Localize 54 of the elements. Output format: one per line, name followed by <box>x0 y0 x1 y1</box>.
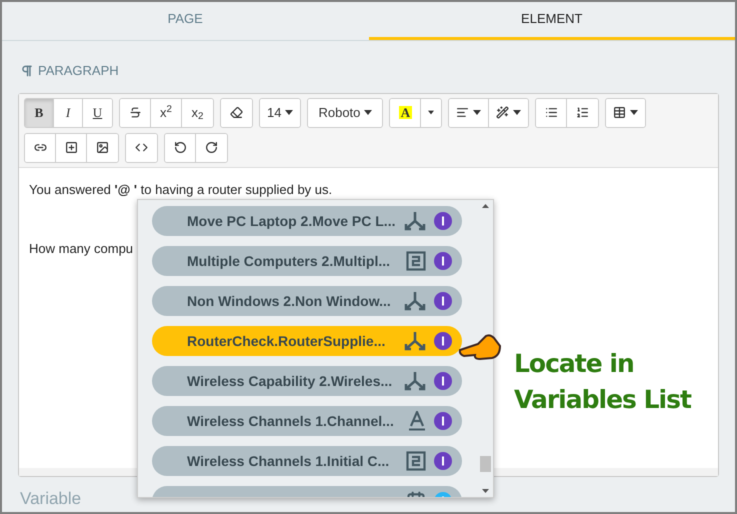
format-button[interactable]: B <box>25 98 54 126</box>
variable-item[interactable]: RouterCheck.RouterSupplie... <box>152 326 462 356</box>
code-icon <box>135 141 148 154</box>
align-left-button[interactable] <box>449 98 490 126</box>
variable-item[interactable]: Wireless Channels 1.Channel... <box>152 406 462 436</box>
branch-icon <box>404 211 426 231</box>
number-two-icon <box>406 251 426 271</box>
scroll-down-arrow-icon[interactable] <box>482 489 489 493</box>
branch-icon <box>404 291 426 311</box>
bulleted-list-button[interactable] <box>536 98 568 126</box>
text-a-icon <box>408 411 426 431</box>
link-icon <box>34 141 46 154</box>
align-left-icon <box>456 106 470 119</box>
section-heading: Variable <box>20 488 82 508</box>
caret-icon <box>513 110 522 115</box>
add-square-icon <box>64 141 78 154</box>
variable-item[interactable]: Wireless Capability 2.Wireles... <box>152 366 462 396</box>
pointing-hand-icon <box>458 332 502 362</box>
paragraph-text: You answered '@ ' to having a router supplied by us. <box>29 180 334 199</box>
redo-icon <box>205 141 218 154</box>
bulleted-list-icon <box>544 106 558 119</box>
caret-icon <box>285 110 294 115</box>
eraser-icon <box>230 106 243 119</box>
undo-button[interactable] <box>165 134 196 162</box>
callout-text: Locate in Variables List <box>514 348 692 416</box>
caret-icon <box>364 110 372 115</box>
section-title: PARAGRAPH <box>38 62 119 80</box>
tab[interactable]: ELEMENT <box>368 2 735 40</box>
variable-item[interactable]: Multiple Computers 2.Multipl... <box>152 246 462 276</box>
font-family-dropdown[interactable]: Roboto <box>308 98 382 126</box>
scrollbar-thumb[interactable] <box>480 456 491 472</box>
caret-icon <box>630 110 638 115</box>
pilcrow-icon <box>20 64 34 78</box>
strikethrough-icon <box>128 106 142 119</box>
strikethrough-button[interactable] <box>120 98 151 126</box>
table-icon <box>613 106 626 119</box>
variable-item[interactable]: Wireless Channels 1.Initial C... <box>152 446 462 476</box>
tab[interactable]: PAGE <box>2 2 368 40</box>
branch-icon <box>404 331 426 351</box>
number-two-icon <box>406 451 426 471</box>
paragraph-text: How many compu <box>29 240 134 258</box>
undo-icon <box>174 141 186 154</box>
numbered-list-icon <box>576 106 590 119</box>
variable-item[interactable]: Move PC Laptop 2.Move PC L... <box>152 206 462 236</box>
magic-wand-icon <box>496 106 510 119</box>
font-size-dropdown[interactable]: 14 <box>260 98 300 126</box>
link-button[interactable] <box>25 134 56 162</box>
scroll-up-arrow-icon[interactable] <box>482 204 489 208</box>
image-icon <box>96 141 109 154</box>
branch-icon <box>404 371 426 391</box>
variable-item[interactable]: Non Windows 2.Non Window... <box>152 286 462 316</box>
text-color-button[interactable]: A <box>390 98 422 126</box>
caret-icon <box>428 110 434 115</box>
caret-icon <box>473 110 482 115</box>
